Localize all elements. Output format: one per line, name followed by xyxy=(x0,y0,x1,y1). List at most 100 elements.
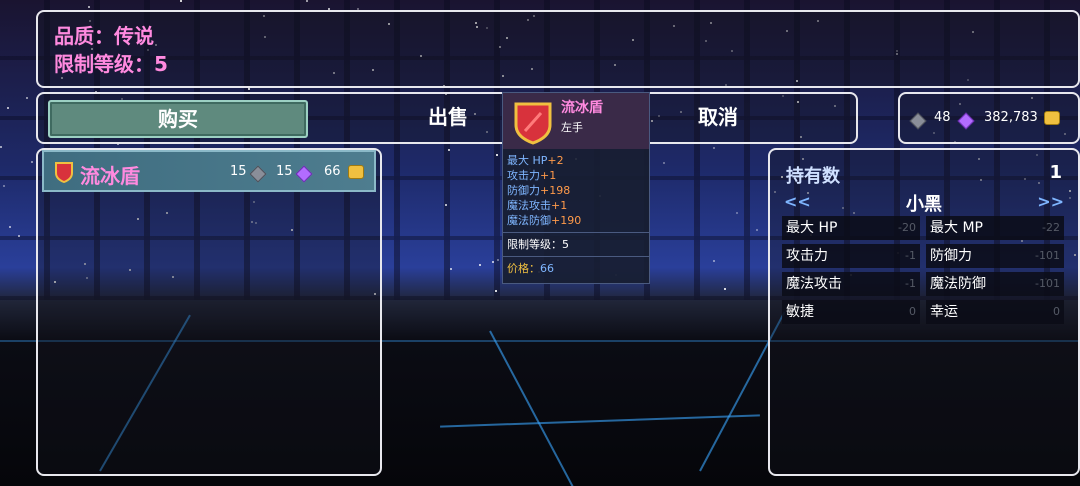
tooltip-stat-value: +190 xyxy=(551,214,582,227)
stat-label: 幸运 xyxy=(930,304,958,320)
shop-item-purple-gem-cost: 15 xyxy=(276,164,293,179)
owned-count: 1 xyxy=(1049,162,1062,183)
tooltip-stat-line: 攻击力+1 xyxy=(503,168,649,183)
stat-row: 最大 HP -20 最大 MP -22 xyxy=(782,216,1066,242)
tooltip-stats: 最大 HP+2 攻击力+1 防御力+198 魔法攻击+1 魔法防御+190 xyxy=(503,149,649,228)
cancel-button[interactable]: 取消 xyxy=(658,98,778,136)
star xyxy=(495,290,497,292)
star xyxy=(663,162,665,164)
sell-button[interactable]: 出售 xyxy=(388,98,508,136)
shop-item-dark-gem-cost: 15 xyxy=(230,164,247,179)
star xyxy=(713,260,715,262)
star xyxy=(736,212,738,214)
dark-gem-icon xyxy=(249,165,267,183)
stat-cell: 攻击力 -1 xyxy=(782,244,920,268)
shop-list-panel xyxy=(36,148,382,476)
star xyxy=(7,107,9,109)
stat-row: 魔法攻击 -1 魔法防御 -101 xyxy=(782,272,1066,298)
tooltip-item-slot: 左手 xyxy=(561,121,583,134)
shop-item-name: 流冰盾 xyxy=(80,164,140,188)
gold-coin-icon xyxy=(1044,111,1060,125)
tooltip-stat-value: +2 xyxy=(547,154,564,167)
star xyxy=(18,235,20,237)
stat-label: 防御力 xyxy=(930,248,972,264)
next-character-button[interactable]: >> xyxy=(1037,192,1064,211)
action-bar: 购买 出售 取消 xyxy=(36,92,858,144)
star xyxy=(724,288,726,290)
star xyxy=(492,261,494,263)
character-name: 小黑 xyxy=(906,194,942,215)
star xyxy=(479,264,481,266)
star xyxy=(756,229,758,231)
tooltip-stat-label: 魔法防御 xyxy=(507,214,551,227)
tooltip-stat-line: 最大 HP+2 xyxy=(503,153,649,168)
shop-item-row[interactable]: 流冰盾 15 15 66 xyxy=(42,150,376,192)
tooltip-price-value: 66 xyxy=(540,262,554,275)
gold-count: 382,783 xyxy=(984,110,1038,125)
tooltip-item-name: 流冰盾 xyxy=(561,100,603,116)
tooltip-stat-line: 防御力+198 xyxy=(503,183,649,198)
star xyxy=(180,0,182,2)
tooltip-stat-label: 最大 HP xyxy=(507,154,548,167)
star xyxy=(497,259,499,261)
stat-cell: 魔法攻击 -1 xyxy=(782,272,920,296)
stat-value: 0 xyxy=(909,305,916,318)
currency-panel: 48 382,783 xyxy=(898,92,1080,144)
item-quality-text: 品质：传说 xyxy=(54,24,154,48)
tooltip-price-label: 价格： xyxy=(507,262,540,275)
stat-value: -20 xyxy=(898,221,916,234)
stat-label: 敏捷 xyxy=(786,304,814,320)
dark-gem-icon xyxy=(909,112,927,130)
star xyxy=(306,0,308,2)
star xyxy=(450,268,452,270)
star xyxy=(3,185,5,187)
tooltip-stat-label: 魔法攻击 xyxy=(507,199,551,212)
item-info-panel: 品质：传说 限制等级：5 xyxy=(36,10,1080,88)
item-level-requirement-text: 限制等级：5 xyxy=(54,52,168,76)
stat-label: 最大 HP xyxy=(786,220,838,236)
floor-line xyxy=(440,414,760,428)
stat-cell: 防御力 -101 xyxy=(926,244,1064,268)
stat-value: -1 xyxy=(905,277,916,290)
stat-value: -101 xyxy=(1035,249,1060,262)
tooltip-price: 价格：66 xyxy=(503,256,649,276)
star xyxy=(31,161,33,163)
tooltip-level-requirement: 限制等级：5 xyxy=(503,232,649,252)
star xyxy=(448,149,450,151)
stat-label: 魔法防御 xyxy=(930,276,986,292)
star xyxy=(496,154,498,156)
purple-gem-icon xyxy=(957,112,975,130)
shield-icon xyxy=(55,162,73,183)
stat-value: -101 xyxy=(1035,277,1060,290)
tooltip-stat-value: +198 xyxy=(540,184,571,197)
stat-cell: 最大 HP -20 xyxy=(782,216,920,240)
shield-icon xyxy=(514,102,552,145)
tooltip-stat-label: 攻击力 xyxy=(507,169,540,182)
star xyxy=(0,146,2,148)
tooltip-stat-value: +1 xyxy=(551,199,568,212)
star xyxy=(445,204,447,206)
star xyxy=(248,88,250,90)
stat-value: -22 xyxy=(1042,221,1060,234)
tooltip-stat-value: +1 xyxy=(540,169,557,182)
owned-label: 持有数 xyxy=(786,166,840,187)
purple-gem-icon xyxy=(295,165,313,183)
item-tooltip: 流冰盾 左手 最大 HP+2 攻击力+1 防御力+198 魔法攻击+1 魔法防御… xyxy=(502,92,650,284)
stat-label: 最大 MP xyxy=(930,220,983,236)
star xyxy=(713,147,715,149)
tooltip-stat-label: 防御力 xyxy=(507,184,540,197)
stat-label: 攻击力 xyxy=(786,248,828,264)
stat-cell: 敏捷 0 xyxy=(782,300,920,324)
stat-row: 敏捷 0 幸运 0 xyxy=(782,300,1066,326)
dark-gem-count: 48 xyxy=(934,110,951,125)
floor-line xyxy=(489,330,576,486)
gold-coin-icon xyxy=(348,165,364,179)
stat-cell: 幸运 0 xyxy=(926,300,1064,324)
shop-item-gold-cost: 66 xyxy=(324,164,341,179)
stat-cell: 魔法防御 -101 xyxy=(926,272,1064,296)
stat-cell: 最大 MP -22 xyxy=(926,216,1064,240)
stat-value: 0 xyxy=(1053,305,1060,318)
tooltip-header: 流冰盾 左手 xyxy=(503,93,649,149)
buy-button[interactable]: 购买 xyxy=(48,100,308,138)
stat-value: -1 xyxy=(905,249,916,262)
